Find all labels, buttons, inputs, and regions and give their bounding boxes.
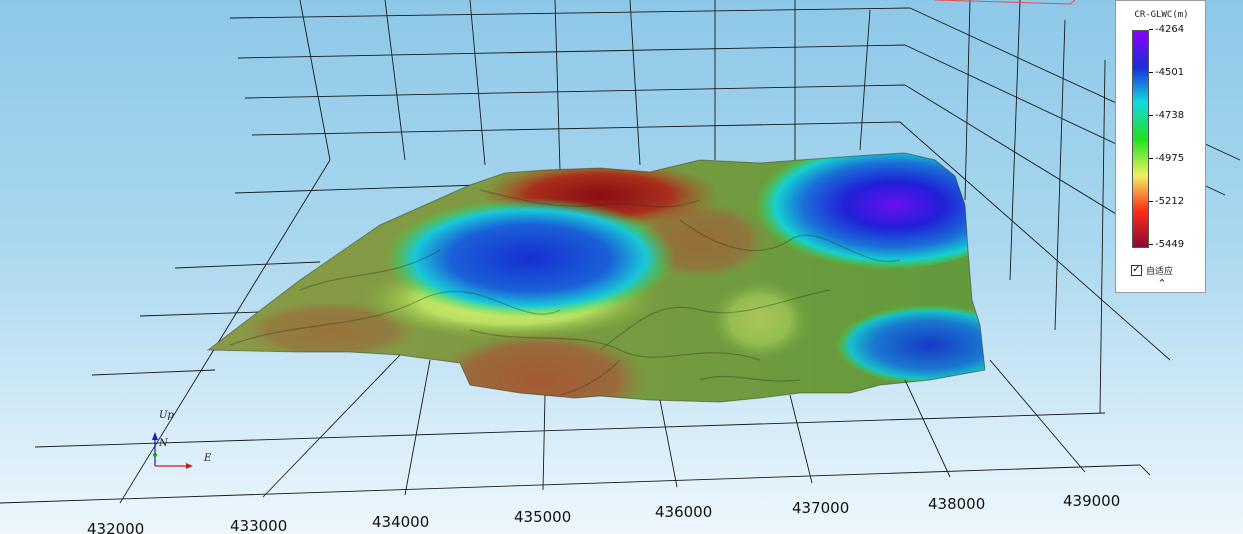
grid-line: [229, 7, 911, 19]
up-axis-label: Up: [159, 410, 174, 421]
x-axis-tick-label: 435000: [514, 508, 571, 526]
grid-line: [1054, 19, 1066, 331]
grid-line: [404, 359, 431, 496]
grid-line: [174, 261, 321, 269]
x-axis-tick-label: 437000: [792, 499, 849, 517]
legend-tick: -4975: [1149, 153, 1184, 165]
x-axis-tick-label: 433000: [230, 517, 287, 534]
grid-line: [299, 0, 331, 161]
chevron-up-icon[interactable]: ⌃: [1154, 277, 1170, 291]
adaptive-label: 自适应: [1146, 266, 1174, 277]
legend-title: CR-GLWC(m): [1134, 10, 1189, 20]
grid-line: [1099, 59, 1106, 414]
legend-tick: -5212: [1149, 196, 1184, 208]
grid-line: [91, 369, 216, 376]
grid-line: [469, 0, 486, 166]
x-axis-tick-label: 438000: [928, 495, 985, 513]
grid-line: [904, 379, 951, 478]
grid-line: [554, 0, 561, 171]
grid-line: [542, 394, 546, 491]
grid-line: [629, 0, 641, 166]
legend-tick: -4738: [1149, 110, 1184, 122]
grid-line: [34, 412, 1106, 448]
north-axis-marker: [153, 453, 157, 457]
legend-tick: -4501: [1149, 67, 1184, 79]
grid-line: [789, 394, 813, 484]
grid-line: [384, 0, 406, 161]
terrain-scene[interactable]: 432000 433000 434000 435000 436000 437000 4380…: [0, 0, 1243, 534]
east-axis-label: E: [203, 453, 212, 464]
north-axis-label: N: [158, 438, 169, 449]
x-axis-labels: 432000 433000 434000 435000 436000 437000 4380…: [87, 492, 1120, 534]
grid-line: [237, 44, 906, 59]
x-axis-tick-label: 432000: [87, 520, 144, 534]
x-axis-tick-label: 439000: [1063, 492, 1120, 510]
adaptive-checkbox[interactable]: ✓: [1131, 264, 1142, 276]
up-arrow-icon: [152, 432, 158, 440]
legend-tick: -5449: [1149, 239, 1184, 251]
grid-line: [1009, 0, 1021, 281]
x-axis-tick-label: 436000: [655, 503, 712, 521]
terrain-surface: [208, 153, 985, 402]
selection-box-edge: [934, 0, 1076, 5]
orientation-triad: Up N E: [152, 410, 212, 469]
grid-line: [234, 184, 481, 194]
grid-line: [659, 399, 678, 488]
3d-viewport[interactable]: 432000 433000 434000 435000 436000 437000 4380…: [0, 0, 1243, 534]
grid-line: [262, 354, 401, 498]
grid-line: [859, 9, 871, 151]
grid-line: [244, 84, 906, 99]
grid-line: [1139, 464, 1151, 476]
x-axis-tick-label: 434000: [372, 513, 429, 531]
legend-tick: -4264: [1149, 24, 1184, 36]
grid-line: [139, 311, 261, 317]
grid-line: [964, 0, 971, 201]
color-legend-panel[interactable]: CR-GLWC(m) -4264 -4501 -4738 -4975 -5212…: [1115, 0, 1206, 293]
legend-color-bar: [1132, 30, 1149, 248]
grid-line: [251, 121, 901, 136]
east-arrow-icon: [186, 463, 193, 469]
adaptive-option[interactable]: ✓ 自适应: [1131, 263, 1173, 277]
